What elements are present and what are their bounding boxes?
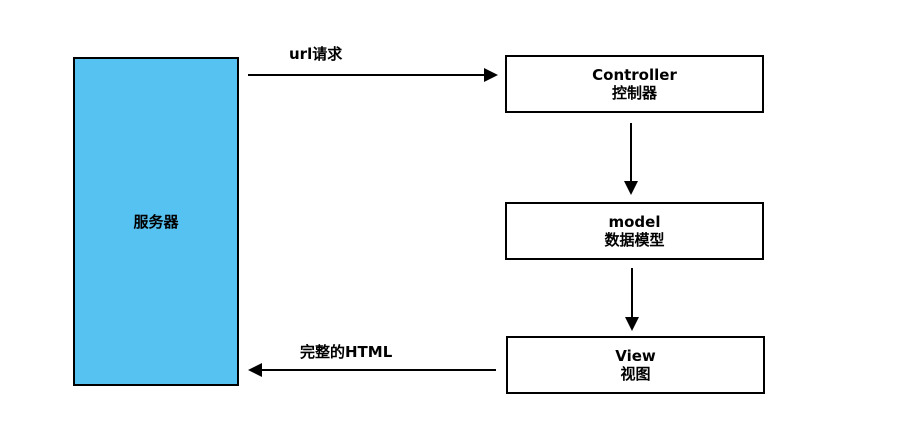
arrowhead-server-to-controller [484,68,498,82]
flow-arrows [248,68,639,377]
arrowhead-controller-to-model [624,181,638,195]
arrowhead-model-to-view [625,317,639,331]
arrowhead-view-to-server [248,363,262,377]
